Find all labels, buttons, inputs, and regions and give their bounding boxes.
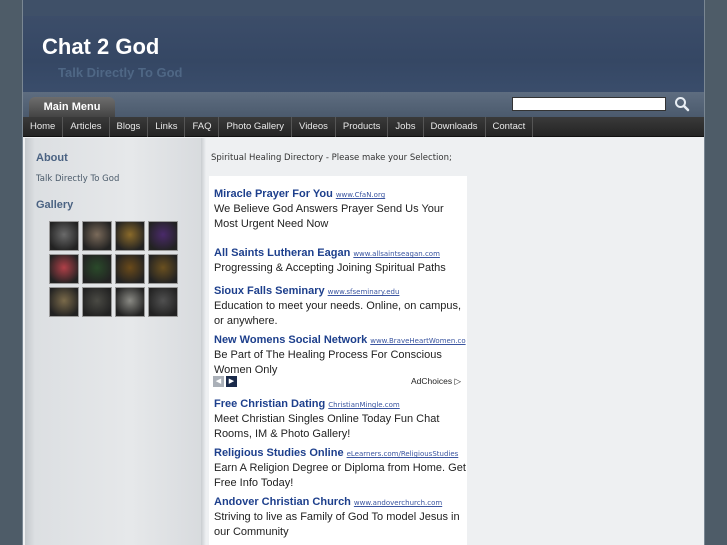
ad-headline: Andover Christian Church www.andoverchurc… — [214, 490, 466, 509]
ad-url-link[interactable]: www.BraveHeartWomen.co — [370, 337, 465, 345]
ad-url-link[interactable]: www.CfaN.org — [336, 191, 385, 199]
ad-description: Striving to live as Family of God To mod… — [214, 511, 460, 538]
nav-item-jobs[interactable]: Jobs — [388, 117, 424, 137]
nav-item-articles[interactable]: Articles — [63, 117, 110, 137]
page-container: Chat 2 God Talk Directly To God Main Men… — [22, 0, 705, 545]
ad-title-link[interactable]: Andover Christian Church — [214, 496, 351, 508]
about-text: Talk Directly To God — [36, 174, 120, 184]
content-divider — [201, 138, 206, 545]
ad-headline: New Womens Social Network www.BraveHeartW… — [214, 328, 466, 347]
gallery-heading: Gallery — [36, 199, 74, 211]
ad-url-link[interactable]: ChristianMingle.com — [328, 401, 400, 409]
ad-headline: Free Christian Dating ChristianMingle.com — [214, 392, 466, 411]
ad-title-link[interactable]: New Womens Social Network — [214, 334, 367, 346]
ad-prev-arrow[interactable]: ◀ — [213, 376, 224, 387]
ad-navigation: ◀ ▶ AdChoices ▷ — [213, 376, 465, 388]
bw-abstract-photo[interactable] — [148, 287, 178, 317]
search-icon — [675, 97, 690, 112]
green-light-photo[interactable] — [82, 254, 112, 284]
nav-item-contact[interactable]: Contact — [486, 117, 534, 137]
ad-title-link[interactable]: Sioux Falls Seminary — [214, 285, 325, 297]
gallery-grid — [49, 221, 181, 317]
gray-figure-photo[interactable] — [49, 221, 79, 251]
adchoices-label: AdChoices — [410, 376, 453, 386]
main-menu-tab[interactable]: Main Menu — [29, 97, 115, 117]
golden-circle-photo[interactable] — [115, 221, 145, 251]
temple-photo[interactable] — [49, 287, 79, 317]
ad-item: Andover Christian Church www.andoverchurc… — [214, 490, 466, 540]
ad-description: Be Part of The Healing Process For Consc… — [214, 349, 442, 376]
search-input[interactable] — [512, 97, 666, 111]
site-header: Chat 2 God Talk Directly To God — [23, 16, 704, 92]
ad-item: Religious Degrees Online — [214, 540, 466, 545]
gray-texture-photo[interactable] — [115, 287, 145, 317]
ad-next-arrow[interactable]: ▶ — [226, 376, 237, 387]
search-button[interactable] — [673, 95, 691, 113]
colorful-pattern-photo[interactable] — [82, 221, 112, 251]
ad-description: Earn A Religion Degree or Diploma from H… — [214, 462, 466, 489]
orange-arch-photo[interactable] — [115, 254, 145, 284]
nav-item-links[interactable]: Links — [148, 117, 186, 137]
site-slogan: Talk Directly To God — [58, 65, 183, 80]
ad-title-link[interactable]: Free Christian Dating — [214, 398, 325, 410]
ad-headline: Religious Degrees Online — [214, 540, 466, 545]
ad-item: Free Christian Dating ChristianMingle.com… — [214, 392, 466, 442]
nav-item-home[interactable]: Home — [23, 117, 64, 137]
ad-item: New Womens Social Network www.BraveHeartW… — [214, 328, 466, 378]
main-navigation: Home Articles Blogs Links FAQ Photo Gallery Vi… — [23, 117, 704, 137]
ad-item: Sioux Falls Seminary www.sfseminary.edu Ed… — [214, 279, 466, 329]
ad-item: All Saints Lutheran Eagan www.allsaintsea… — [214, 241, 466, 276]
site-title[interactable]: Chat 2 God — [42, 34, 159, 60]
ad-headline: All Saints Lutheran Eagan www.allsaintsea… — [214, 241, 466, 260]
ad-url-link[interactable]: www.allsaintseagan.com — [353, 250, 440, 258]
top-strip — [23, 0, 704, 16]
nav-item-photo-gallery[interactable]: Photo Gallery — [219, 117, 293, 137]
purple-flower-photo[interactable] — [148, 221, 178, 251]
ad-title-link[interactable]: Miracle Prayer For You — [214, 188, 333, 200]
nav-item-downloads[interactable]: Downloads — [424, 117, 486, 137]
ad-description: We Believe God Answers Prayer Send Us Yo… — [214, 203, 444, 230]
ad-headline: Religious Studies Online eLearners.com/Re… — [214, 441, 466, 460]
ad-description: Meet Christian Singles Online Today Fun … — [214, 413, 440, 440]
nav-list: Home Articles Blogs Links FAQ Photo Gallery Vi… — [23, 117, 704, 137]
main-content: Spiritual Healing Directory - Please mak… — [209, 138, 704, 545]
flag-photo[interactable] — [49, 254, 79, 284]
nav-item-blogs[interactable]: Blogs — [110, 117, 149, 137]
ad-item: Religious Studies Online eLearners.com/Re… — [214, 441, 466, 491]
ad-description: Progressing & Accepting Joining Spiritua… — [214, 262, 446, 274]
ad-title-link[interactable]: All Saints Lutheran Eagan — [214, 247, 350, 259]
about-heading: About — [36, 152, 68, 164]
ad-description: Education to meet your needs. Online, on… — [214, 300, 462, 327]
adchoices-icon: ▷ — [454, 376, 461, 386]
ad-url-link[interactable]: eLearners.com/ReligiousStudies — [347, 450, 459, 458]
menu-bar: Main Menu — [23, 92, 704, 117]
ad-url-link[interactable]: www.andoverchurch.com — [354, 499, 442, 507]
nav-item-products[interactable]: Products — [336, 117, 389, 137]
ad-headline: Sioux Falls Seminary www.sfseminary.edu — [214, 279, 466, 298]
sidebar: About Talk Directly To God Gallery — [25, 138, 201, 545]
adchoices-link[interactable]: AdChoices ▷ — [411, 376, 461, 387]
ad-headline: Miracle Prayer For You www.CfaN.org — [214, 182, 466, 201]
ad-item: Miracle Prayer For You www.CfaN.org We Bel… — [214, 182, 466, 232]
nav-item-videos[interactable]: Videos — [292, 117, 336, 137]
stones-photo[interactable] — [82, 287, 112, 317]
ad-block: Miracle Prayer For You www.CfaN.org We Bel… — [209, 176, 467, 545]
golden-lights-photo[interactable] — [148, 254, 178, 284]
directory-intro: Spiritual Healing Directory - Please mak… — [211, 153, 452, 163]
ad-url-link[interactable]: www.sfseminary.edu — [328, 288, 400, 296]
nav-item-faq[interactable]: FAQ — [185, 117, 220, 137]
ad-title-link[interactable]: Religious Studies Online — [214, 447, 344, 459]
